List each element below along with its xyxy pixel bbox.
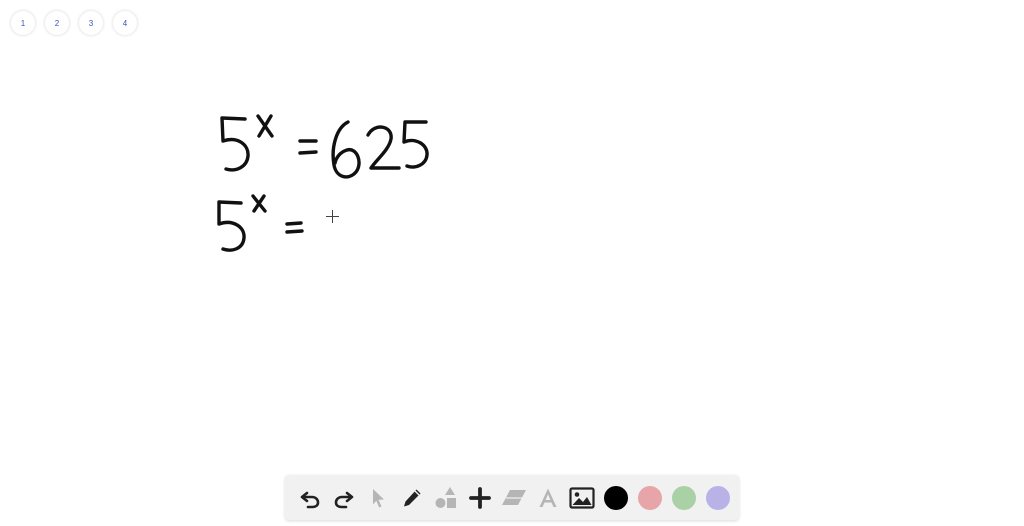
whiteboard-page: 1 2 3 4 [0, 0, 1024, 526]
ink-stroke-superscript-x [256, 114, 274, 138]
drawing-canvas[interactable] [0, 0, 1024, 470]
pen-icon [404, 489, 421, 506]
image-button[interactable] [565, 481, 599, 515]
ink-stroke-digit-5-c [217, 200, 246, 252]
add-button[interactable] [463, 481, 497, 515]
undo-icon [300, 491, 320, 508]
ink-stroke-digit-2 [366, 125, 401, 170]
handwritten-equation-line-2 [217, 194, 304, 252]
ink-stroke-digit-5-b [402, 120, 429, 169]
eraser-icon [502, 489, 526, 505]
color-swatch-black[interactable] [599, 481, 633, 515]
ink-stroke-equals [298, 139, 318, 155]
color-swatch-green[interactable] [667, 481, 701, 515]
drawing-toolbar [285, 475, 739, 520]
redo-icon [334, 491, 354, 508]
text-icon [539, 488, 557, 507]
ink-stroke-equals-b [285, 221, 304, 234]
undo-button[interactable] [293, 481, 327, 515]
ink-stroke-superscript-x-b [251, 194, 267, 213]
color-swatch-green-dot [672, 485, 696, 510]
handwritten-equation-line-1 [220, 114, 429, 179]
redo-button[interactable] [327, 481, 361, 515]
color-swatch-red-dot [638, 485, 662, 510]
color-swatch-purple[interactable] [701, 481, 735, 515]
shapes-button[interactable] [429, 481, 463, 515]
ink-stroke-digit-5 [220, 116, 250, 172]
select-arrow-icon [373, 488, 384, 507]
color-swatch-red[interactable] [633, 481, 667, 515]
color-swatch-purple-dot [706, 485, 730, 510]
text-button[interactable] [531, 481, 565, 515]
plus-icon [469, 486, 491, 509]
shapes-icon [435, 486, 456, 508]
eraser-button[interactable] [497, 481, 531, 515]
image-icon [569, 486, 595, 509]
select-button[interactable] [361, 481, 395, 515]
color-swatch-black-dot [604, 485, 628, 510]
pen-button[interactable] [395, 481, 429, 515]
ink-stroke-digit-6 [331, 120, 361, 179]
